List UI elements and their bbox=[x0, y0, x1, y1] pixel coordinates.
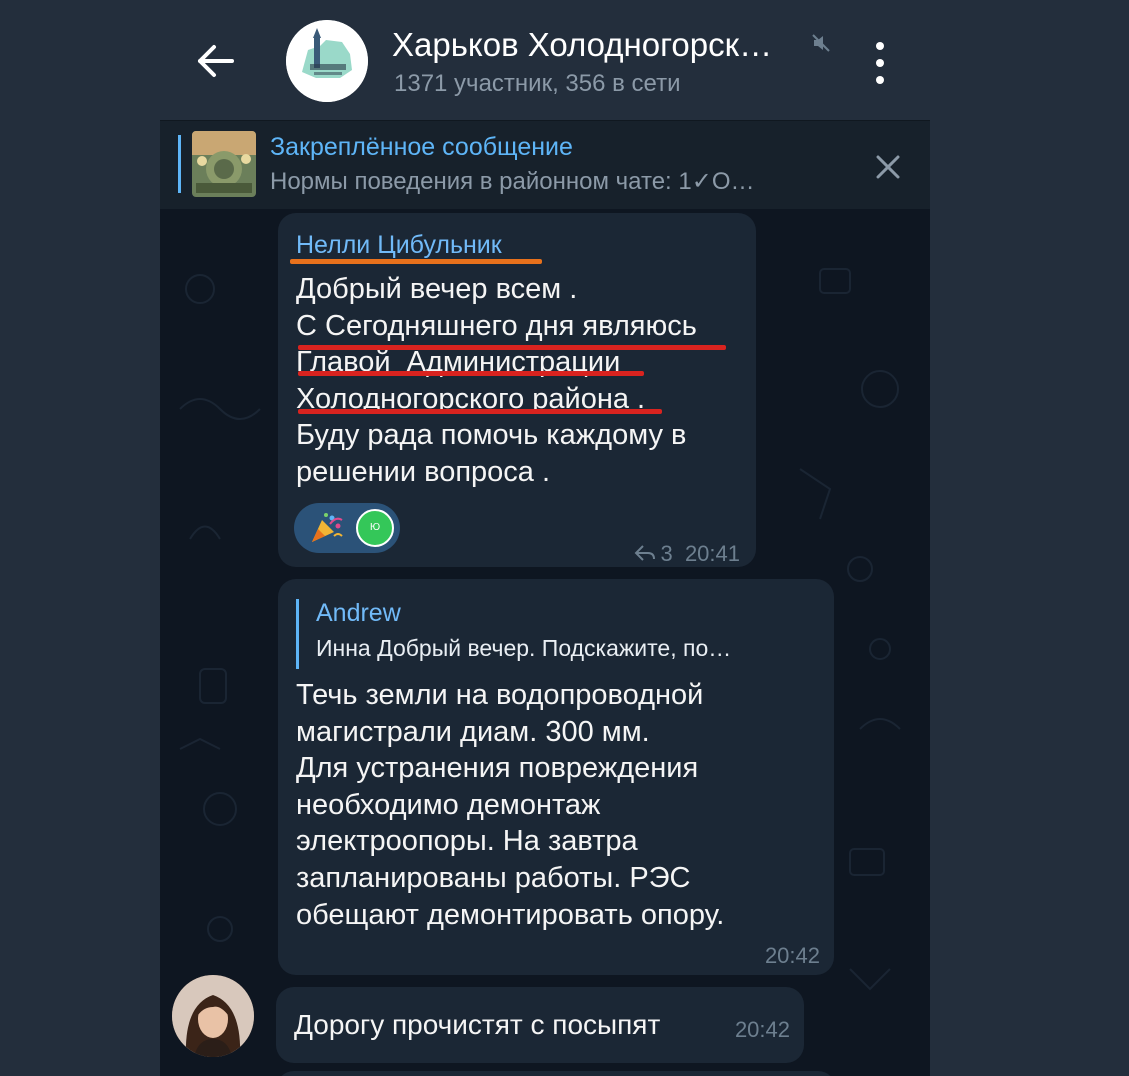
pinned-message-bar[interactable]: Закреплённое сообщение Нормы поведения в… bbox=[160, 120, 930, 209]
message-meta: 3 20:41 bbox=[634, 541, 740, 567]
message-text: Добрый вечер всем . С Сегодняшнего дня я… bbox=[296, 273, 697, 488]
reply-quote[interactable]: Andrew Инна Добрый вечер. Подскажите, по… bbox=[296, 599, 816, 669]
reactor-avatar: Ю bbox=[356, 509, 394, 547]
mute-icon bbox=[812, 34, 830, 52]
message-text: Дорогу прочистят с посыпят bbox=[294, 1009, 661, 1040]
pinned-close-button[interactable] bbox=[870, 149, 906, 185]
reply-count[interactable]: 3 bbox=[660, 541, 672, 566]
quote-text: Инна Добрый вечер. Подскажите, по… bbox=[316, 635, 732, 661]
pinned-title: Закреплённое сообщение bbox=[270, 133, 573, 161]
chat-title[interactable]: Харьков Холодногорск… bbox=[392, 26, 772, 64]
quote-sender: Andrew bbox=[316, 599, 401, 627]
message-bubble[interactable]: Нелли Цибульник Добрый вечер всем . С Се… bbox=[278, 213, 756, 567]
message-text: Течь земли на водопроводной магистрали д… bbox=[296, 679, 725, 931]
party-popper-icon bbox=[312, 513, 343, 542]
arrow-left-icon bbox=[198, 45, 234, 77]
message-list[interactable]: Нелли Цибульник Добрый вечер всем . С Се… bbox=[160, 209, 930, 1076]
more-menu-button[interactable] bbox=[866, 38, 896, 88]
message-time: 20:42 bbox=[764, 943, 820, 968]
message-bubble[interactable]: Дорогу прочистят с посыпят 20:42 bbox=[276, 987, 804, 1063]
more-vertical-icon bbox=[876, 42, 884, 50]
message-sender[interactable]: Нелли Цибульник bbox=[296, 231, 502, 260]
back-button[interactable] bbox=[188, 36, 244, 86]
group-avatar[interactable] bbox=[286, 20, 368, 102]
close-icon bbox=[876, 155, 900, 179]
chat-header: Харьков Холодногорск… 1371 участник, 356… bbox=[160, 0, 930, 120]
group-logo-icon bbox=[286, 20, 368, 102]
reaction-chip[interactable]: Ю bbox=[294, 503, 400, 553]
message-bubble[interactable]: Andrew Инна Добрый вечер. Подскажите, по… bbox=[278, 579, 834, 975]
chat-member-count: 1371 участник, 356 в сети bbox=[394, 70, 681, 97]
message-time: 20:41 bbox=[684, 541, 740, 566]
reply-icon bbox=[635, 545, 656, 561]
message-time: 20:42 bbox=[734, 1017, 790, 1042]
pinned-preview-text: Нормы поведения в районном чате: 1✓О… bbox=[270, 168, 755, 195]
pinned-accent-bar bbox=[178, 135, 181, 193]
telegram-chat-screen: Харьков Холодногорск… 1371 участник, 356… bbox=[160, 0, 930, 1076]
user-avatar[interactable] bbox=[172, 975, 254, 1057]
quote-accent-bar bbox=[296, 599, 299, 669]
pinned-thumbnail bbox=[192, 131, 256, 197]
message-bubble-partial[interactable] bbox=[276, 1071, 836, 1076]
